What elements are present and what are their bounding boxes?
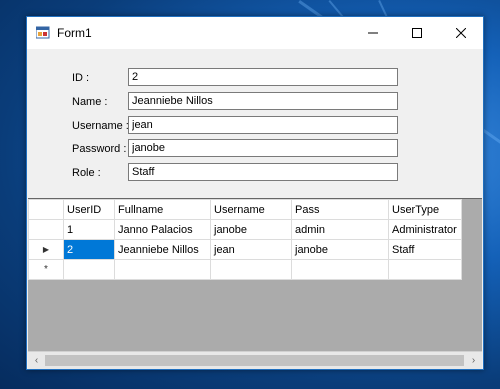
- id-label: ID :: [72, 72, 90, 84]
- cell-username[interactable]: jean: [210, 239, 292, 260]
- name-field[interactable]: [128, 92, 398, 110]
- horizontal-scrollbar[interactable]: ‹ ›: [28, 351, 482, 369]
- password-label: Password :: [72, 143, 127, 155]
- app-icon: [36, 26, 50, 39]
- username-field[interactable]: [128, 116, 398, 134]
- new-row-icon[interactable]: *: [28, 259, 64, 280]
- maximize-button[interactable]: [395, 17, 439, 49]
- cell-usertype[interactable]: Staff: [388, 239, 462, 260]
- close-icon: [456, 28, 466, 38]
- cell-fullname[interactable]: Jeanniebe Nillos: [114, 239, 211, 260]
- scroll-thumb[interactable]: [45, 355, 464, 366]
- cell-userid-selected[interactable]: 2: [63, 239, 115, 260]
- new-cell[interactable]: [291, 259, 389, 280]
- scroll-right-icon[interactable]: ›: [465, 352, 482, 369]
- column-header-userid[interactable]: UserID: [63, 199, 115, 220]
- cell-username[interactable]: janobe: [210, 219, 292, 240]
- table-row[interactable]: 1 Janno Palacios janobe admin Administra…: [28, 219, 462, 240]
- new-cell[interactable]: [114, 259, 211, 280]
- role-label: Role :: [72, 167, 101, 179]
- column-header-usertype[interactable]: UserType: [388, 199, 462, 220]
- id-field[interactable]: [128, 68, 398, 86]
- name-label: Name :: [72, 96, 108, 108]
- grid-header-row: UserID Fullname Username Pass UserType: [28, 199, 462, 220]
- column-header-fullname[interactable]: Fullname: [114, 199, 211, 220]
- role-field[interactable]: [128, 163, 398, 181]
- cell-pass[interactable]: janobe: [291, 239, 389, 260]
- row-header[interactable]: [28, 219, 64, 240]
- minimize-button[interactable]: [351, 17, 395, 49]
- title-bar[interactable]: Form1: [27, 17, 483, 49]
- new-row[interactable]: *: [28, 259, 462, 280]
- cell-pass[interactable]: admin: [291, 219, 389, 240]
- column-header-pass[interactable]: Pass: [291, 199, 389, 220]
- cell-fullname[interactable]: Janno Palacios: [114, 219, 211, 240]
- new-cell[interactable]: [63, 259, 115, 280]
- maximize-icon: [412, 28, 422, 38]
- close-button[interactable]: [439, 17, 483, 49]
- new-cell[interactable]: [210, 259, 292, 280]
- minimize-icon: [368, 32, 378, 34]
- column-header-username[interactable]: Username: [210, 199, 292, 220]
- users-data-grid[interactable]: UserID Fullname Username Pass UserType 1…: [28, 198, 482, 369]
- window-title: Form1: [57, 26, 92, 40]
- password-field[interactable]: [128, 139, 398, 157]
- new-cell[interactable]: [388, 259, 462, 280]
- form-window: Form1 ID : Name : Username : Password : …: [26, 16, 484, 370]
- scroll-left-icon[interactable]: ‹: [28, 352, 45, 369]
- grid-corner-cell[interactable]: [28, 199, 64, 220]
- cell-usertype[interactable]: Administrator: [388, 219, 462, 240]
- cell-userid[interactable]: 1: [63, 219, 115, 240]
- current-row-icon[interactable]: ▶: [28, 239, 64, 260]
- username-label: Username :: [72, 120, 129, 132]
- table-row-selected[interactable]: ▶ 2 Jeanniebe Nillos jean janobe Staff: [28, 239, 462, 260]
